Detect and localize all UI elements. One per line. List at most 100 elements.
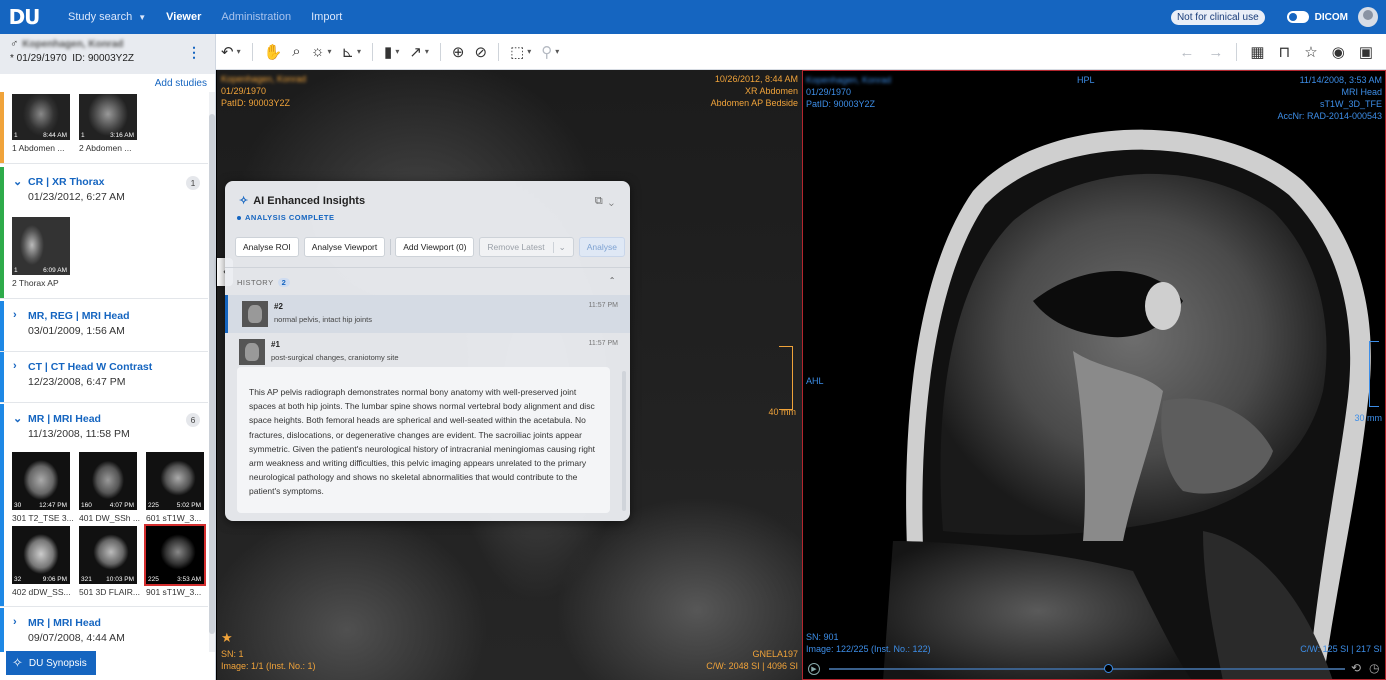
series-thumbnail[interactable]: 1 3:16 AM [79, 94, 137, 140]
pan-icon[interactable]: ✋ [259, 34, 288, 70]
thumb-time: 9:06 PM [42, 576, 67, 583]
layout-icon[interactable]: ▮ ▾ [379, 34, 404, 70]
series-thumbnail[interactable]: 225 5:02 PM [146, 452, 204, 510]
nav-study-search[interactable]: Study search ▼ [58, 0, 156, 34]
thumb-time: 6:09 AM [43, 267, 67, 274]
chevron-right-icon[interactable]: › [13, 309, 17, 321]
study-title: CR | XR Thorax [28, 176, 105, 188]
chevron-down-icon[interactable]: ⌄ [13, 412, 22, 425]
vp2-patient-name: Kopenhagen, Konrad [806, 75, 892, 85]
thumb-label: 2 Abdomen ... [79, 143, 132, 153]
analyse-button[interactable]: Analyse [578, 237, 625, 257]
study-item-mri-head-2[interactable]: › MR | MRI Head 09/07/2008, 4:44 AM [0, 608, 208, 652]
toolbar-divider [251, 42, 253, 61]
cube-icon[interactable]: ⬚ ▾ [505, 34, 536, 70]
series-thumbnail[interactable]: 30 12:47 PM [12, 452, 70, 510]
slice-slider-handle[interactable] [1103, 664, 1113, 673]
analyse-viewport-button[interactable]: Analyse Viewport [303, 237, 386, 257]
thumb-label: 301 T2_TSE 3... [12, 513, 74, 523]
vp2-series-desc: sT1W_3D_TFE [1319, 99, 1382, 109]
zoom-icon[interactable]: ⌕ [287, 34, 305, 70]
add-studies-link[interactable]: Add studies [155, 78, 207, 89]
study-title: MR | MRI Head [28, 413, 101, 425]
patient-name: Kopenhagen, Konrad [22, 39, 124, 50]
chevron-right-icon[interactable]: › [13, 360, 17, 372]
vp2-overlay-top-right: 11/14/2008, 3:53 AM MRI Head sT1W_3D_TFE… [1277, 74, 1382, 122]
study-date: 01/23/2012, 6:27 AM [28, 191, 125, 203]
star-icon[interactable]: ★ [221, 631, 233, 644]
series-thumbnail[interactable]: 160 4:07 PM [79, 452, 137, 510]
dicom-toggle[interactable] [1286, 11, 1309, 23]
analyse-roi-button[interactable]: Analyse ROI [235, 237, 299, 257]
sidebar-scrollbar-thumb[interactable] [209, 114, 215, 634]
vp2-study-desc: MRI Head [1341, 87, 1382, 97]
vp1-scale-label: 40 mm [768, 407, 796, 417]
vp1-study-desc: XR Abdomen [744, 86, 798, 96]
vp1-overlay-top-left: Kopenhagen, Konrad 01/29/1970 PatID: 900… [221, 73, 306, 109]
timer-icon[interactable]: ◷ [1369, 661, 1379, 675]
nav-viewer[interactable]: Viewer [156, 0, 211, 34]
chevron-down-icon[interactable]: ⌄ [552, 241, 566, 253]
thumb-count: 1 [14, 267, 18, 274]
presentation-icon[interactable]: ⊓ [1272, 34, 1298, 70]
vp1-image-number: Image: 1/1 (Inst. No.: 1) [221, 661, 316, 671]
add-viewport-button[interactable]: Add Viewport (0) [395, 237, 475, 257]
grid-icon[interactable]: ▦ [1243, 34, 1271, 70]
patient-menu-icon[interactable]: ⋮ [187, 44, 201, 61]
patient-id: ID: 90003Y2Z [72, 53, 134, 64]
du-synopsis-button[interactable]: ✧ DU Synopsis [6, 651, 96, 675]
app-logo[interactable]: DU [4, 0, 44, 34]
history-item[interactable]: #2 normal pelvis, intact hip joints 11:5… [225, 295, 630, 333]
dropper-icon[interactable]: ⚲ ▾ [536, 34, 564, 70]
history-item[interactable]: #1 post-surgical changes, craniotomy sit… [225, 333, 630, 371]
play-icon[interactable]: ▶ [808, 663, 820, 675]
undo-icon[interactable]: ↶ ▾ [216, 34, 246, 70]
vp1-overlay-top-right: 10/26/2012, 8:44 AM XR Abdomen Abdomen A… [711, 73, 798, 109]
crosshair-icon[interactable]: ⊕ [447, 34, 470, 70]
vp1-patid: PatID: 90003Y2Z [221, 98, 291, 108]
series-thumbnail[interactable]: 1 8:44 AM [12, 94, 70, 140]
series-thumbnail-selected[interactable]: 225 3:53 AM [144, 524, 206, 586]
remove-latest-label: Remove Latest [487, 242, 545, 252]
study-item-mr-reg[interactable]: › MR, REG | MRI Head 03/01/2009, 1:56 AM [0, 301, 208, 352]
nav-import[interactable]: Import [301, 0, 352, 34]
thumb-count: 225 [148, 502, 159, 509]
chevron-down-icon[interactable]: ⌄ [13, 175, 22, 188]
arrow-icon[interactable]: ↗ ▾ [404, 34, 434, 70]
study-item-ct-head[interactable]: › CT | CT Head W Contrast 12/23/2008, 6:… [0, 352, 208, 403]
ai-panel-title: ✧ AI Enhanced Insights [239, 194, 365, 207]
series-thumbnail[interactable]: 321 10:03 PM [79, 526, 137, 584]
history-header[interactable]: HISTORY 2 ⌃ [225, 267, 630, 293]
series-thumbnail[interactable]: 1 6:09 AM [12, 217, 70, 275]
viewer-toolbar: ↶ ▾ ✋ ⌕ ☼ ▾ ⊾ ▾ ▮ ▾ ↗ ▾ ⊕ ⊘ ⬚ ▾ ⚲ ▾ ← → ▦ ⊓ ☆ ◉… [216, 34, 1386, 70]
measure-icon[interactable]: ⊾ ▾ [336, 34, 366, 70]
star-icon[interactable]: ☆ [1297, 34, 1324, 70]
study-item-xr-thorax[interactable]: ⌄ CR | XR Thorax 1 01/23/2012, 6:27 AM 1… [0, 167, 208, 299]
chevron-right-icon[interactable]: › [13, 616, 17, 628]
brightness-icon[interactable]: ☼ ▾ [306, 34, 337, 70]
link-icon[interactable]: ⊘ [470, 34, 493, 70]
study-title: MR, REG | MRI Head [28, 310, 130, 322]
copy-icon[interactable]: ⧉ [595, 195, 603, 207]
save-icon[interactable]: ▣ [1352, 34, 1380, 70]
chevron-down-icon[interactable]: ⌄ [609, 195, 614, 207]
top-bar: DU Study search ▼ Viewer Administration I… [0, 0, 1386, 34]
back-icon[interactable]: ← [1172, 34, 1201, 70]
chevron-up-icon[interactable]: ⌃ [609, 276, 616, 285]
remove-latest-button[interactable]: Remove Latest ⌄ [479, 237, 574, 257]
loop-icon[interactable]: ⟲ [1351, 661, 1361, 675]
ai-panel-scrollbar[interactable] [622, 371, 626, 511]
viewport-mri[interactable]: Kopenhagen, Konrad 01/29/1970 PatID: 900… [802, 70, 1386, 680]
series-thumbnail[interactable]: 32 9:06 PM [12, 526, 70, 584]
study-color-bar [0, 92, 4, 163]
study-item-mri-head[interactable]: ⌄ MR | MRI Head 6 11/13/2008, 11:58 PM 3… [0, 404, 208, 607]
user-avatar[interactable] [1358, 7, 1378, 27]
eye-icon[interactable]: ◉ [1325, 34, 1352, 70]
nav-administration[interactable]: Administration [211, 0, 301, 34]
forward-icon[interactable]: → [1201, 34, 1230, 70]
study-item-abdomen[interactable]: 1 8:44 AM 1 Abdomen ... 1 3:16 AM 2 Abdo… [0, 92, 208, 164]
history-time: 11:57 PM [588, 302, 618, 309]
slice-slider-track[interactable] [829, 668, 1345, 670]
gender-icon: ♂ [10, 38, 19, 50]
history-id: #2 [274, 302, 283, 311]
